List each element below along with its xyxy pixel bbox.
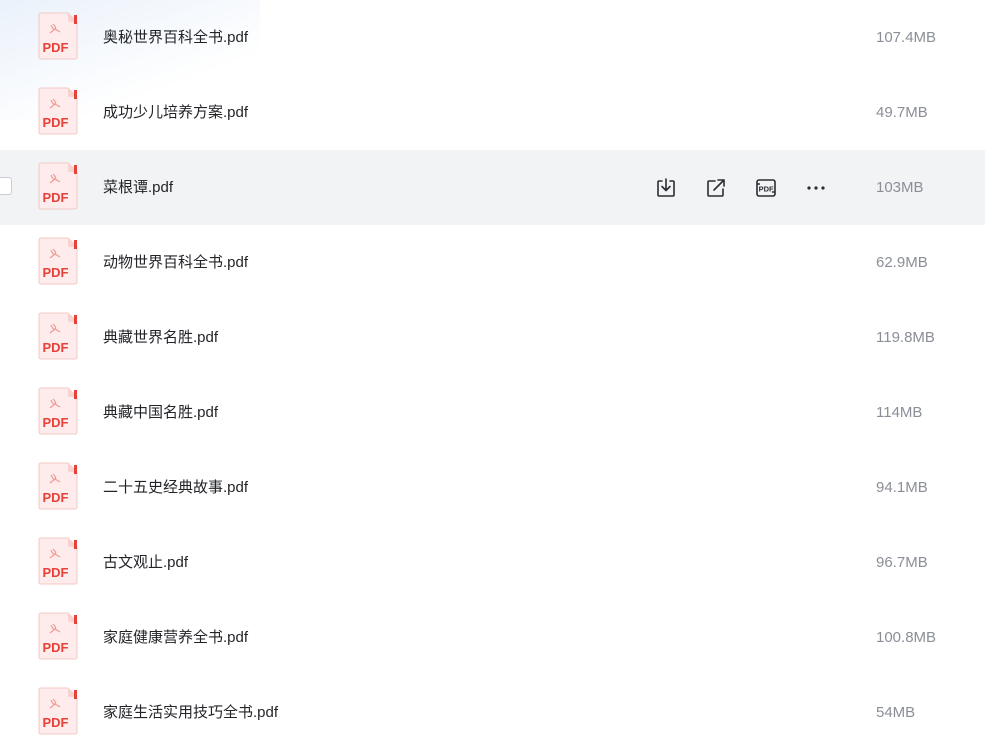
file-row[interactable]: PDF 二十五史经典故事.pdf 94.1MB [0,450,985,525]
file-row[interactable]: PDF 典藏中国名胜.pdf 114MB [0,375,985,450]
pdf-file-icon: PDF [38,312,78,360]
file-name[interactable]: 成功少儿培养方案.pdf [103,75,248,150]
pdf-file-icon: PDF [38,237,78,285]
file-name[interactable]: 古文观止.pdf [103,525,188,600]
pdf-badge-text: PDF [43,715,69,730]
file-size: 54MB [876,704,916,721]
pdf-file-icon: PDF [38,87,78,135]
pdf-badge-text: PDF [43,565,69,580]
file-row[interactable]: PDF 动物世界百科全书.pdf 62.9MB [0,225,985,300]
pdf-file-icon: PDF [38,462,78,510]
pdf-file-icon: PDF [38,537,78,585]
download-icon [657,177,675,197]
more-button[interactable] [802,174,830,202]
pdf-file-icon: PDF [38,612,78,660]
file-name[interactable]: 典藏世界名胜.pdf [103,300,218,375]
pdf-badge-text: PDF [43,490,69,505]
file-row[interactable]: PDF 家庭健康营养全书.pdf 100.8MB [0,600,985,675]
pdf-badge-text: PDF [43,640,69,655]
convert-pdf-button[interactable]: PDF [752,174,780,202]
file-size: 119.8MB [876,329,935,346]
file-row-hovered[interactable]: PDF 菜根谭.pdf PDF 103MB [0,150,985,225]
file-name[interactable]: 典藏中国名胜.pdf [103,375,218,450]
file-list: PDF 奥秘世界百科全书.pdf 107.4MB PDF 成功少儿培养方案.pd… [0,0,985,738]
pdf-badge-text: PDF [43,340,69,355]
file-name[interactable]: 动物世界百科全书.pdf [103,225,248,300]
file-size: 62.9MB [876,254,928,271]
file-row[interactable]: PDF 典藏世界名胜.pdf 119.8MB [0,300,985,375]
file-row[interactable]: PDF 古文观止.pdf 96.7MB [0,525,985,600]
file-name[interactable]: 菜根谭.pdf [103,150,173,225]
file-row[interactable]: PDF 家庭生活实用技巧全书.pdf 54MB [0,675,985,738]
file-size: 100.8MB [876,629,937,646]
file-size: 114MB [876,404,923,421]
pdf-file-icon: PDF [38,12,78,60]
pdf-badge-text: PDF [43,40,69,55]
pdf-file-icon: PDF [38,687,78,735]
share-button[interactable] [702,174,730,202]
share-icon [707,178,725,197]
file-row[interactable]: PDF 成功少儿培养方案.pdf 49.7MB [0,75,985,150]
file-size: 94.1MB [876,479,928,496]
row-checkbox[interactable] [0,177,12,195]
file-size: 96.7MB [876,554,928,571]
row-actions: PDF [652,150,852,225]
pdf-badge-text: PDF [43,415,69,430]
file-row[interactable]: PDF 奥秘世界百科全书.pdf 107.4MB [0,0,985,75]
file-name[interactable]: 奥秘世界百科全书.pdf [103,0,248,75]
pdf-badge-text: PDF [43,115,69,130]
file-name[interactable]: 家庭健康营养全书.pdf [103,600,248,675]
pdf-badge-text: PDF [43,265,69,280]
download-button[interactable] [652,174,680,202]
file-size: 107.4MB [876,29,937,46]
convert-pdf-text: PDF [759,184,774,193]
pdf-file-icon: PDF [38,387,78,435]
file-size: 49.7MB [876,104,928,121]
more-icon [807,185,825,190]
convert-pdf-icon: PDF [756,178,776,197]
file-name[interactable]: 二十五史经典故事.pdf [103,450,248,525]
file-size: 103MB [876,179,924,196]
file-name[interactable]: 家庭生活实用技巧全书.pdf [103,675,278,738]
pdf-file-icon: PDF [38,162,78,210]
pdf-badge-text: PDF [43,190,69,205]
